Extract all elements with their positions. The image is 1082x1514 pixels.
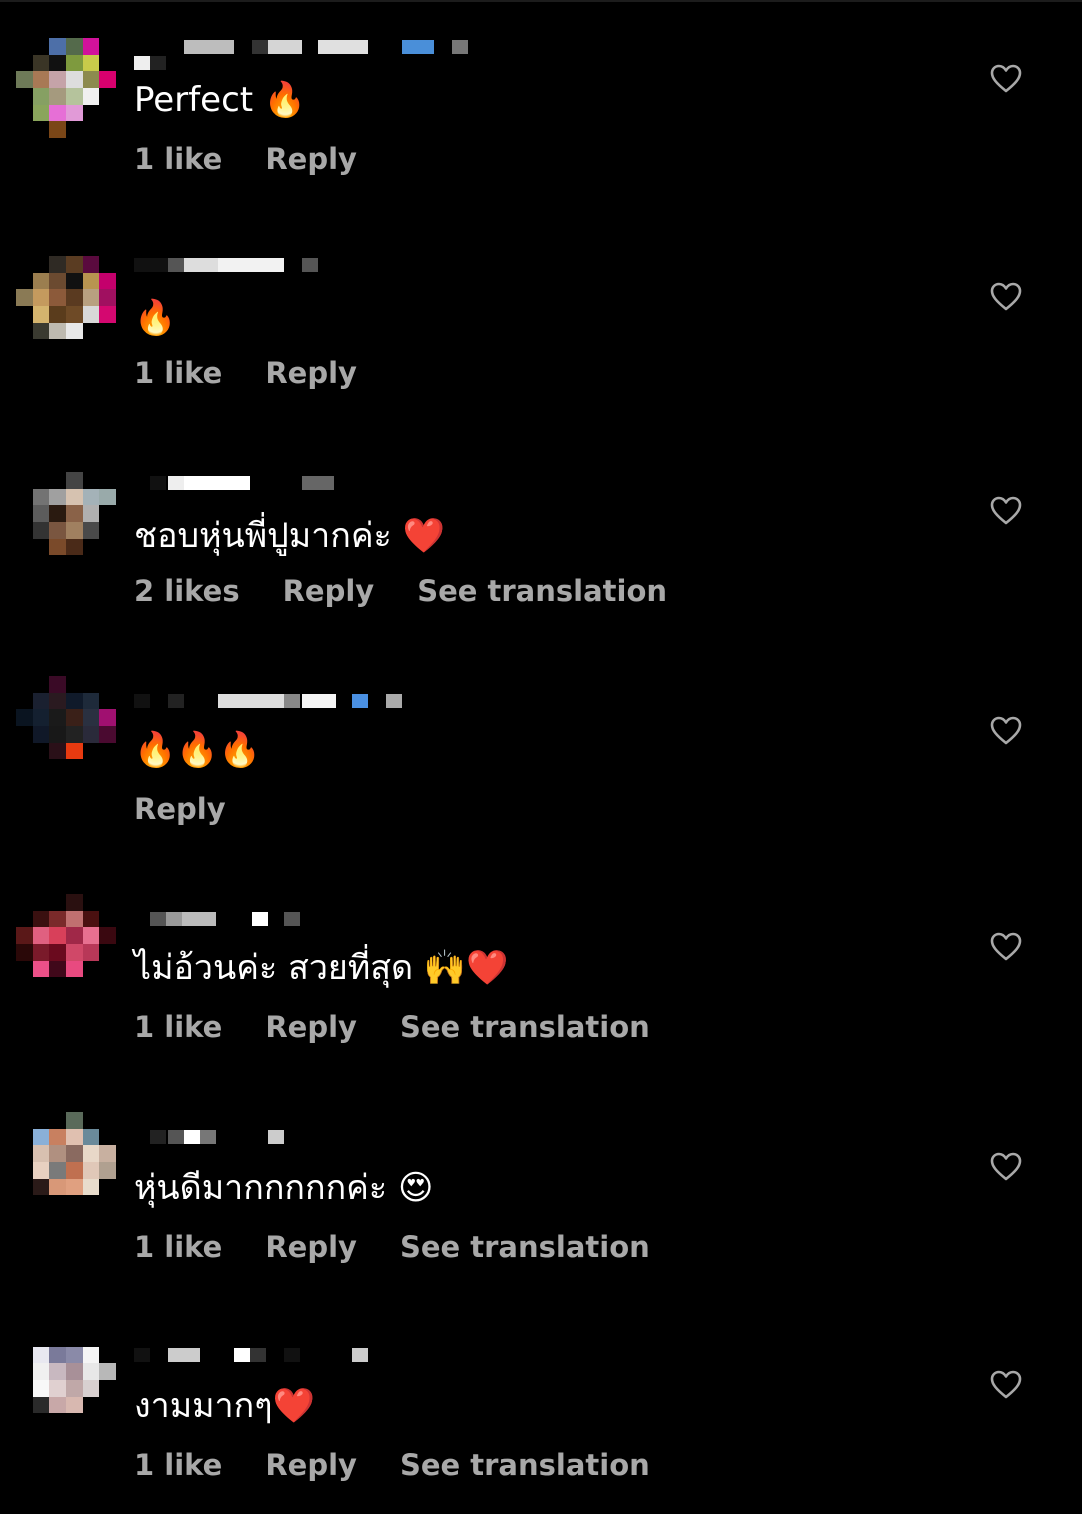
avatar[interactable]: [16, 894, 116, 994]
likes-count[interactable]: 1 like: [134, 1230, 222, 1264]
likes-count[interactable]: 1 like: [134, 1010, 222, 1044]
see-translation-link[interactable]: See translation: [400, 1448, 650, 1482]
heart-outline-icon[interactable]: [990, 1370, 1022, 1400]
comment-text: ชอบหุ่นพี่ปูมากค่ะ ❤️: [134, 516, 445, 556]
heart-outline-icon[interactable]: [990, 716, 1022, 746]
reply-button[interactable]: Reply: [265, 356, 357, 390]
username-redacted[interactable]: [134, 38, 494, 70]
heart-outline-icon[interactable]: [990, 1152, 1022, 1182]
heart-outline-icon[interactable]: [990, 282, 1022, 312]
comment-actions: 1 like Reply See translation: [134, 1448, 650, 1482]
see-translation-link[interactable]: See translation: [400, 1230, 650, 1264]
comment-actions: 1 like Reply See translation: [134, 1230, 650, 1264]
reply-button[interactable]: Reply: [134, 792, 226, 826]
comment-text: ไม่อ้วนค่ะ สวยที่สุด 🙌❤️: [134, 948, 509, 988]
avatar[interactable]: [16, 38, 116, 138]
comment-text: 🔥🔥🔥: [134, 730, 262, 770]
reply-button[interactable]: Reply: [265, 1230, 357, 1264]
username-redacted[interactable]: [134, 256, 494, 282]
heart-outline-icon[interactable]: [990, 64, 1022, 94]
comment-text: Perfect 🔥: [134, 80, 307, 120]
see-translation-link[interactable]: See translation: [417, 574, 667, 608]
comment-actions: 2 likes Reply See translation: [134, 574, 667, 608]
likes-count[interactable]: 1 like: [134, 356, 222, 390]
avatar[interactable]: [16, 1330, 116, 1430]
avatar[interactable]: [16, 472, 116, 572]
username-redacted[interactable]: [134, 676, 494, 708]
top-divider: [0, 0, 1082, 2]
reply-button[interactable]: Reply: [265, 1010, 357, 1044]
heart-outline-icon[interactable]: [990, 496, 1022, 526]
avatar[interactable]: [16, 1112, 116, 1212]
comment-actions: 1 like Reply: [134, 142, 357, 176]
username-redacted[interactable]: [134, 472, 494, 498]
avatar[interactable]: [16, 676, 116, 776]
see-translation-link[interactable]: See translation: [400, 1010, 650, 1044]
reply-button[interactable]: Reply: [265, 142, 357, 176]
comment-text: งามมากๆ❤️: [134, 1386, 315, 1426]
username-redacted[interactable]: [134, 1330, 494, 1362]
reply-button[interactable]: Reply: [265, 1448, 357, 1482]
comment-text: หุ่นดีมากกกกกค่ะ 😍: [134, 1168, 434, 1208]
comment-actions: 1 like Reply: [134, 356, 357, 390]
reply-button[interactable]: Reply: [283, 574, 375, 608]
comment-text: 🔥: [134, 298, 177, 338]
likes-count[interactable]: 1 like: [134, 1448, 222, 1482]
comment-actions: 1 like Reply See translation: [134, 1010, 650, 1044]
username-redacted[interactable]: [134, 894, 494, 926]
avatar[interactable]: [16, 256, 116, 356]
heart-outline-icon[interactable]: [990, 932, 1022, 962]
likes-count[interactable]: 2 likes: [134, 574, 240, 608]
username-redacted[interactable]: [134, 1112, 494, 1144]
likes-count[interactable]: 1 like: [134, 142, 222, 176]
comment-actions: Reply: [134, 792, 226, 826]
